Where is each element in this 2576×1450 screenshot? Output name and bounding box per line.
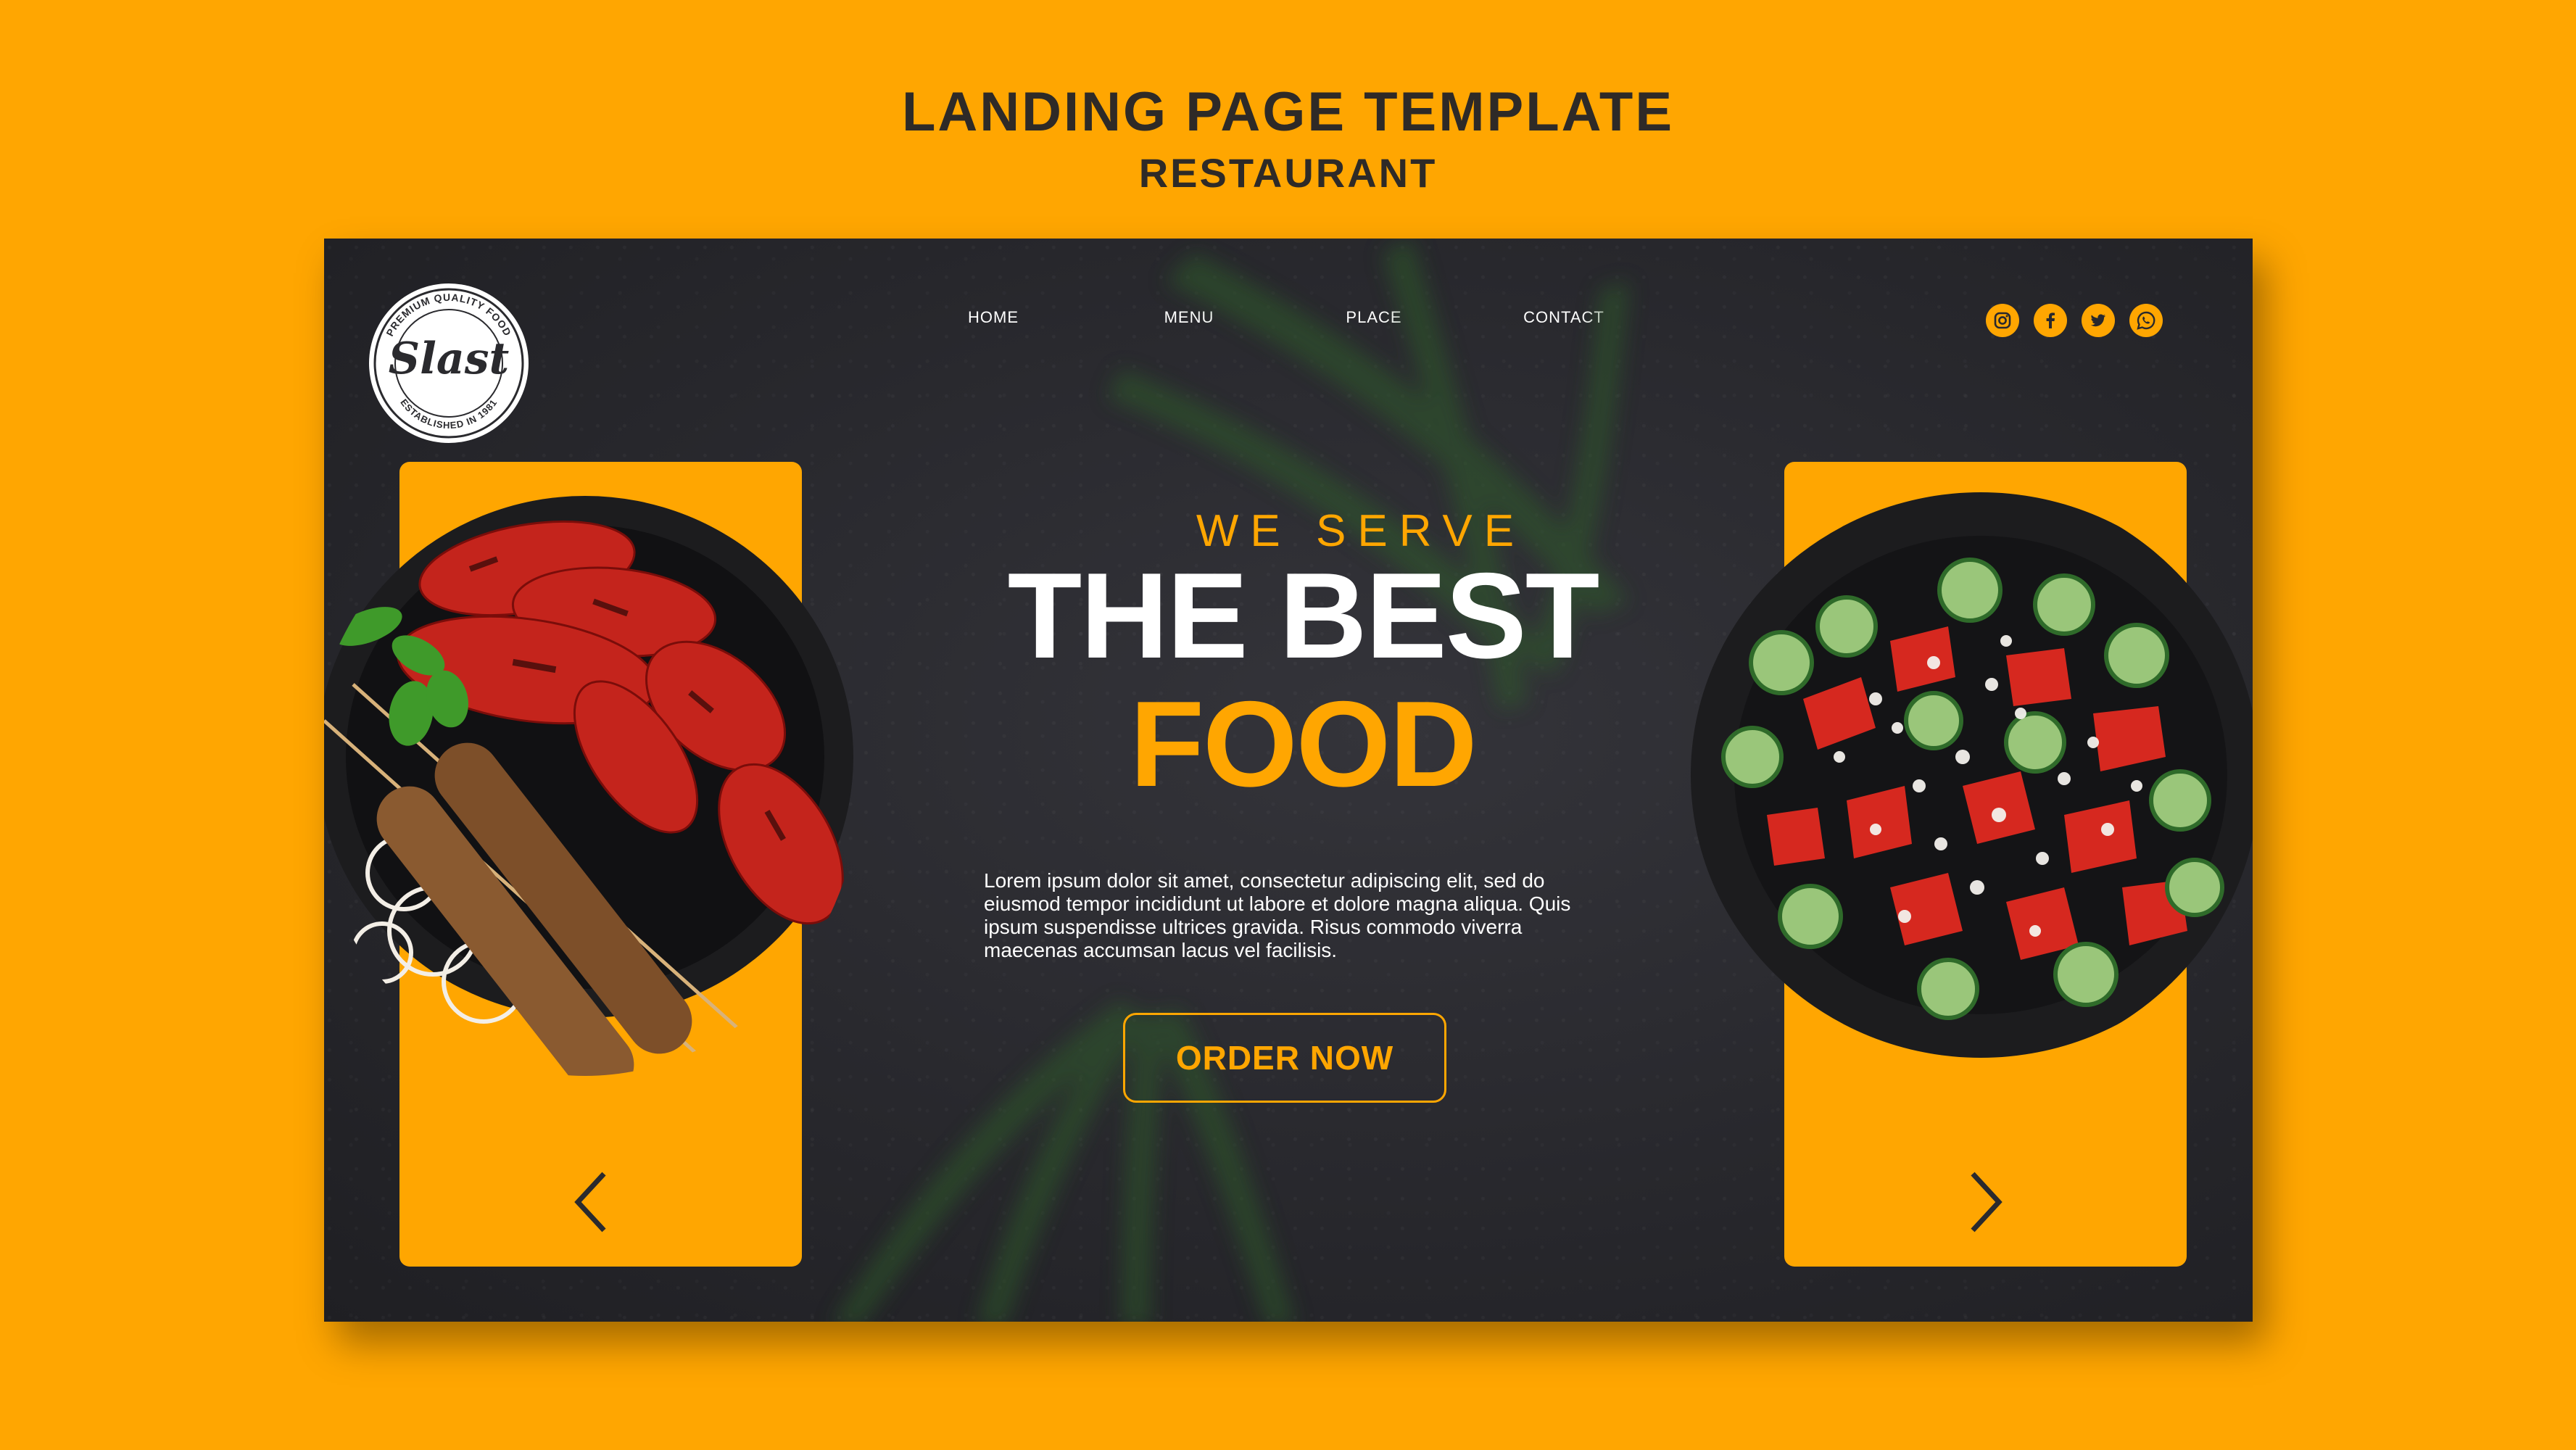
nav-menu[interactable]: MENU — [1164, 308, 1214, 327]
kebab-plate-image — [324, 496, 853, 1076]
social-links — [1986, 304, 2163, 337]
twitter-icon[interactable] — [2082, 304, 2115, 337]
hero-headline-line2: FOOD — [1130, 676, 1477, 812]
logo-wordmark: Slast — [389, 334, 510, 384]
nav-contact[interactable]: CONTACT — [1523, 308, 1604, 327]
instagram-icon[interactable] — [1986, 304, 2019, 337]
chevron-left-icon[interactable] — [571, 1169, 614, 1235]
facebook-icon[interactable] — [2034, 304, 2067, 337]
page-title: LANDING PAGE TEMPLATE — [901, 81, 1675, 143]
hero-headline-line1: THE BEST — [1007, 547, 1600, 684]
hero-body-text: Lorem ipsum dolor sit amet, consectetur … — [984, 869, 1571, 961]
whatsapp-icon[interactable] — [2129, 304, 2163, 337]
salad-plate-image — [1691, 492, 2253, 1058]
nav-place[interactable]: PLACE — [1346, 308, 1401, 327]
page-subtitle: RESTAURANT — [1138, 150, 1438, 196]
landing-page-mockup: PREMIUM QUALITY FOOD ESTABLISHED IN 1981… — [324, 239, 2253, 1322]
order-now-button[interactable]: ORDER NOW — [1123, 1013, 1446, 1103]
nav-home[interactable]: HOME — [968, 308, 1019, 327]
chevron-right-icon[interactable] — [1963, 1169, 2006, 1235]
page-heading: LANDING PAGE TEMPLATE RESTAURANT — [0, 80, 2576, 199]
main-nav: HOME MENU PLACE CONTACT — [324, 308, 2253, 337]
brand-logo[interactable]: PREMIUM QUALITY FOOD ESTABLISHED IN 1981… — [365, 279, 533, 447]
